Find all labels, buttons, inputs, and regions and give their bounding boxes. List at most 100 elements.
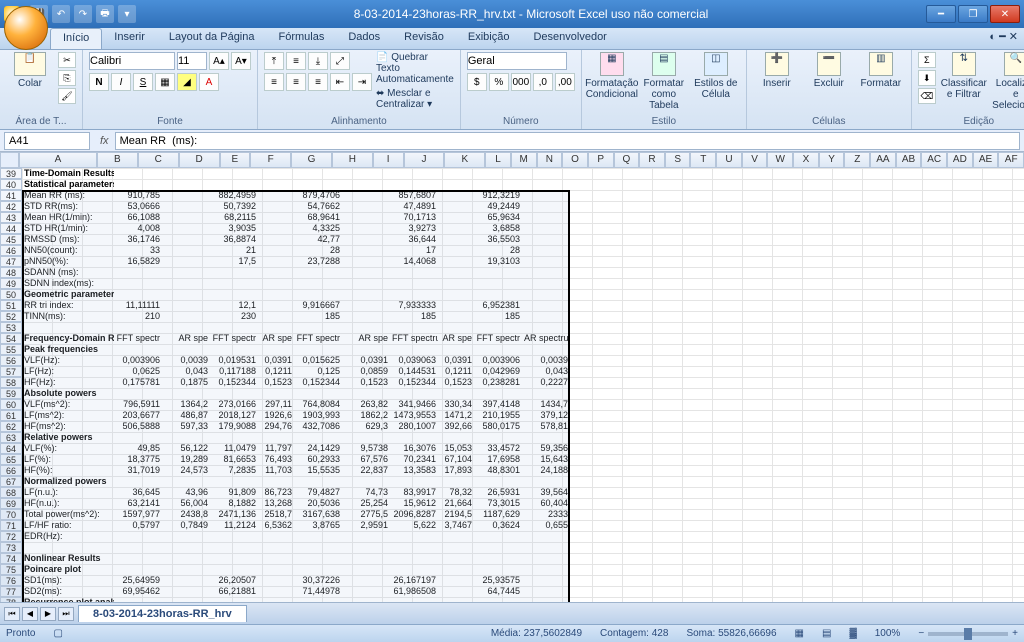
cell[interactable]: 392,66 [438, 421, 474, 432]
cell[interactable] [438, 201, 474, 212]
cell[interactable] [438, 575, 474, 586]
cell[interactable] [522, 531, 570, 542]
currency-icon[interactable]: $ [467, 73, 487, 91]
cell[interactable] [522, 234, 570, 245]
cell[interactable]: 11,0479 [210, 443, 258, 454]
cell[interactable]: 33,4572 [474, 443, 522, 454]
cell[interactable]: 66,1088 [114, 212, 162, 223]
cell[interactable] [390, 564, 438, 575]
cell[interactable] [390, 388, 438, 399]
col-header[interactable]: T [690, 152, 716, 168]
cell[interactable] [474, 322, 522, 333]
cell[interactable]: Normalized powers [22, 476, 114, 487]
cell[interactable] [342, 289, 390, 300]
cell[interactable] [522, 597, 570, 602]
format-painter-icon[interactable]: 🖌 [58, 88, 76, 104]
cell[interactable] [522, 586, 570, 597]
cell[interactable]: 69,95462 [114, 586, 162, 597]
cell[interactable] [474, 179, 522, 190]
col-header[interactable]: X [793, 152, 819, 168]
cell[interactable] [162, 553, 210, 564]
cell[interactable] [162, 564, 210, 575]
cell[interactable] [342, 212, 390, 223]
cell[interactable] [342, 245, 390, 256]
cell[interactable]: STD HR(1/min): [22, 223, 114, 234]
cell[interactable] [474, 597, 522, 602]
cell[interactable] [522, 278, 570, 289]
cell[interactable] [438, 245, 474, 256]
cell[interactable] [438, 344, 474, 355]
cell[interactable] [162, 212, 210, 223]
cell[interactable]: 0,238281 [474, 377, 522, 388]
col-header[interactable]: AC [921, 152, 947, 168]
row-header[interactable]: 58 [0, 377, 22, 388]
cell[interactable] [210, 531, 258, 542]
cell[interactable] [210, 388, 258, 399]
cell[interactable]: 2,9591 [342, 520, 390, 531]
cell[interactable]: 9,5738 [342, 443, 390, 454]
font-size-select[interactable] [177, 52, 207, 70]
cell[interactable]: 91,809 [210, 487, 258, 498]
cell[interactable]: 49,2449 [474, 201, 522, 212]
cell[interactable] [294, 531, 342, 542]
cell[interactable] [210, 179, 258, 190]
row-header[interactable]: 59 [0, 388, 22, 399]
row-header[interactable]: 73 [0, 542, 22, 553]
cell[interactable]: 0,019531 [210, 355, 258, 366]
cell[interactable]: 0,1211 [258, 366, 294, 377]
cell[interactable] [438, 234, 474, 245]
cell[interactable] [258, 256, 294, 267]
cell[interactable]: FFT spectr [114, 333, 162, 344]
cell[interactable] [162, 289, 210, 300]
cell[interactable] [258, 201, 294, 212]
col-header[interactable]: I [373, 152, 404, 168]
col-header[interactable]: M [511, 152, 537, 168]
row-header[interactable]: 74 [0, 553, 22, 564]
cell[interactable] [114, 542, 162, 553]
cell[interactable]: 273,0166 [210, 399, 258, 410]
cell[interactable] [438, 388, 474, 399]
cell[interactable]: HF(%): [22, 465, 114, 476]
cell[interactable] [258, 597, 294, 602]
align-right-icon[interactable]: ≡ [308, 73, 328, 91]
cell[interactable] [162, 245, 210, 256]
copy-icon[interactable]: ⎘ [58, 70, 76, 86]
cell[interactable]: 179,9088 [210, 421, 258, 432]
cell[interactable]: 70,2341 [390, 454, 438, 465]
cell[interactable] [390, 432, 438, 443]
col-header[interactable]: AF [998, 152, 1024, 168]
cell[interactable]: 14,4068 [390, 256, 438, 267]
cell[interactable]: Mean HR(1/min): [22, 212, 114, 223]
cell[interactable] [114, 179, 162, 190]
cell[interactable] [390, 267, 438, 278]
col-header[interactable]: H [332, 152, 373, 168]
cell[interactable]: Peak frequencies [22, 344, 114, 355]
cell[interactable] [522, 564, 570, 575]
cell[interactable] [294, 553, 342, 564]
cell[interactable] [438, 289, 474, 300]
cell[interactable] [522, 575, 570, 586]
col-header[interactable]: U [716, 152, 742, 168]
cell[interactable]: 0,7849 [162, 520, 210, 531]
cell[interactable]: 0,1523 [258, 377, 294, 388]
cell[interactable]: RR tri index: [22, 300, 114, 311]
cell[interactable]: 0,3624 [474, 520, 522, 531]
inc-decimal-icon[interactable]: ,0 [533, 73, 553, 91]
indent-inc-icon[interactable]: ⇥ [352, 73, 372, 91]
col-header[interactable]: N [537, 152, 563, 168]
col-header[interactable]: K [444, 152, 485, 168]
cell[interactable]: 912,3219 [474, 190, 522, 201]
cell[interactable] [522, 212, 570, 223]
row-header[interactable]: 70 [0, 509, 22, 520]
bold-button[interactable]: N [89, 73, 109, 91]
row-header[interactable]: 60 [0, 399, 22, 410]
cell[interactable] [258, 311, 294, 322]
cell[interactable] [342, 476, 390, 487]
cell[interactable] [210, 564, 258, 575]
cell[interactable]: FFT spectr [210, 333, 258, 344]
cell[interactable]: 17,6958 [474, 454, 522, 465]
cell[interactable] [114, 531, 162, 542]
cell[interactable] [22, 322, 114, 333]
col-header[interactable]: V [742, 152, 768, 168]
cell[interactable]: 70,1713 [390, 212, 438, 223]
